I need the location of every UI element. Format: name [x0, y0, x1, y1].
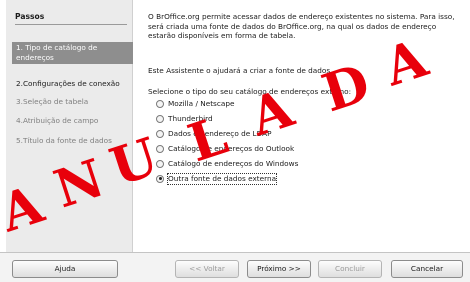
- step-table-selection[interactable]: 3.Seleção de tabela: [16, 97, 132, 107]
- radio-button[interactable]: [156, 114, 164, 123]
- step-field-assignment[interactable]: 4.Atribuição de campo: [16, 116, 132, 126]
- radio-button[interactable]: [156, 159, 164, 168]
- select-prompt: Selecione o tipo do seu catálogo de ende…: [148, 87, 352, 96]
- step-connection-settings[interactable]: 2.Configurações de conexão: [16, 79, 132, 89]
- step-data-source-title[interactable]: 5.Título da fonte de dados: [16, 136, 132, 146]
- sidebar-title: Passos: [15, 12, 45, 21]
- sidebar-divider: [15, 24, 127, 25]
- cancel-button[interactable]: Cancelar: [391, 260, 463, 278]
- option-label: Mozilla / Netscape: [168, 98, 235, 108]
- radio-button[interactable]: [156, 99, 164, 108]
- radio-button[interactable]: [156, 129, 164, 138]
- option-other-external[interactable]: Outra fonte de dados externa: [156, 172, 278, 185]
- steps-sidebar: Passos 1. Tipo de catálogo de endereços …: [6, 0, 133, 252]
- option-label: Catálogo de endereços do Outlook: [168, 143, 295, 153]
- option-mozilla[interactable]: Mozilla / Netscape: [156, 98, 234, 109]
- option-ldap[interactable]: Dados de endereço de LDAP: [156, 128, 272, 139]
- intro-text: O BrOffice.org permite acessar dados de …: [148, 12, 455, 41]
- back-button[interactable]: << Voltar: [175, 260, 239, 278]
- option-label: Thunderbird: [168, 113, 213, 123]
- radio-button[interactable]: [156, 144, 164, 153]
- option-label: Catálogo de endereços do Windows: [168, 158, 299, 168]
- option-label: Dados de endereço de LDAP: [168, 128, 272, 138]
- assistant-text: Este Assistente o ajudará a criar a font…: [148, 66, 333, 75]
- option-thunderbird[interactable]: Thunderbird: [156, 113, 213, 124]
- option-label: Outra fonte de dados externa: [166, 172, 278, 185]
- option-windows[interactable]: Catálogo de endereços do Windows: [156, 158, 298, 169]
- radio-button-selected[interactable]: [156, 174, 164, 183]
- step-address-book-type[interactable]: 1. Tipo de catálogo de endereços: [12, 42, 133, 64]
- finish-button[interactable]: Concluir: [318, 260, 382, 278]
- option-outlook[interactable]: Catálogo de endereços do Outlook: [156, 143, 294, 154]
- help-button[interactable]: Ajuda: [12, 260, 118, 278]
- next-button[interactable]: Próximo >>: [247, 260, 311, 278]
